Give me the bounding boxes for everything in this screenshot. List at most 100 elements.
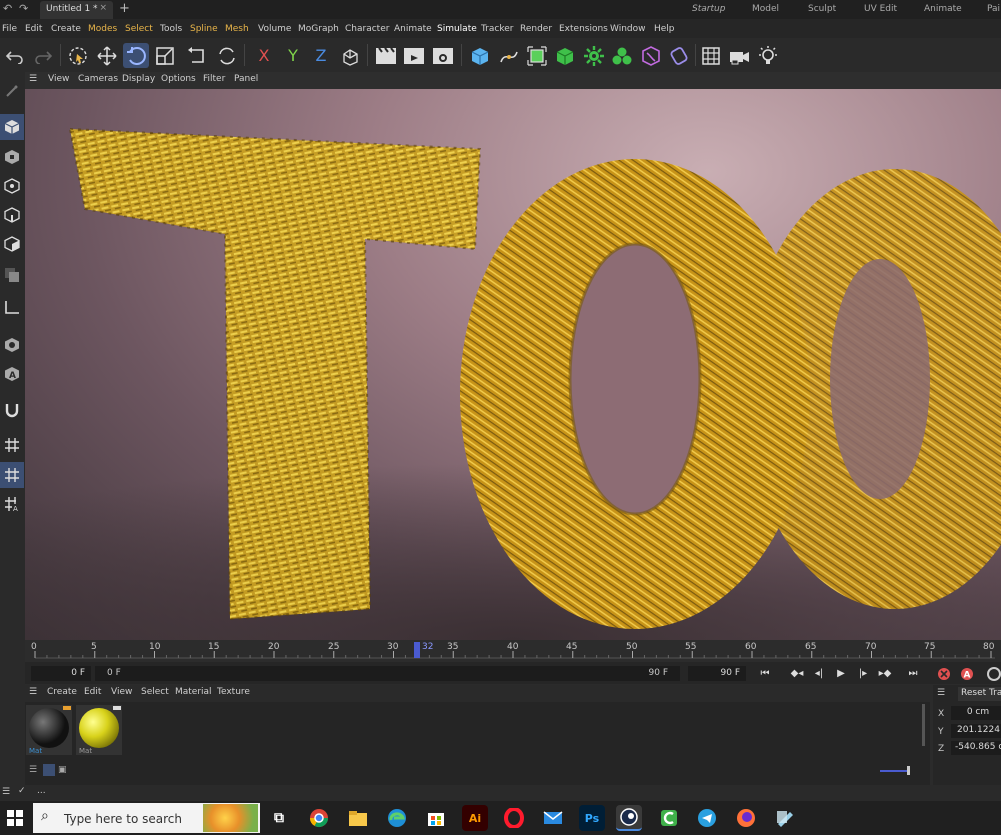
menu-edit[interactable]: Edit [25, 24, 42, 34]
render-settings-icon[interactable] [430, 43, 456, 68]
cube-icon[interactable] [467, 43, 493, 68]
points-mode-icon[interactable] [0, 173, 24, 199]
menu-tracker[interactable]: Tracker [481, 24, 513, 34]
grid-view-icon[interactable] [43, 764, 55, 776]
cloner-icon[interactable] [609, 43, 635, 68]
layout-uv-edit[interactable]: UV Edit [864, 4, 897, 14]
menu-help[interactable]: Help [654, 24, 675, 34]
viewport-menu-display[interactable]: Display [122, 74, 155, 84]
redo-icon[interactable] [30, 43, 56, 68]
material-menu-create[interactable]: Create [47, 687, 77, 697]
undo-icon[interactable] [2, 43, 28, 68]
material-hamburger-icon[interactable]: ☰ [29, 687, 37, 697]
keyframe-settings-icon[interactable] [985, 665, 1001, 682]
notepad-icon[interactable] [772, 805, 798, 831]
file-explorer-icon[interactable] [345, 805, 371, 831]
model-mode-icon[interactable] [0, 114, 24, 140]
menu-render[interactable]: Render [520, 24, 552, 34]
material-swatch-black[interactable]: Mat [26, 705, 72, 755]
pen-spline-icon[interactable] [496, 43, 522, 68]
material-menu-texture[interactable]: Texture [217, 687, 250, 697]
undo-transform-icon[interactable] [184, 43, 210, 68]
zoom-slider-handle[interactable] [907, 766, 910, 775]
camera-icon[interactable] [727, 43, 753, 68]
list-view-icon[interactable]: ☰ [29, 765, 37, 775]
polygons-mode-icon[interactable] [0, 231, 24, 257]
undo-arrow-icon[interactable]: ↶ [3, 2, 12, 15]
y-axis-icon[interactable]: Y [280, 43, 306, 68]
coord-field-x[interactable]: 0 cm [951, 706, 1001, 720]
timeline-ruler[interactable]: 0 5 10 15 20 25 30 32 35 40 45 50 55 60 … [25, 640, 1001, 662]
layout-sculpt[interactable]: Sculpt [808, 4, 836, 14]
viewport-menu-panel[interactable]: Panel [234, 74, 258, 84]
illustrator-icon[interactable]: Ai [462, 805, 488, 831]
workplane-align-icon[interactable] [0, 462, 24, 488]
go-to-end-icon[interactable]: ⏭ [904, 665, 922, 682]
x-axis-icon[interactable]: X [251, 43, 277, 68]
menu-volume[interactable]: Volume [258, 24, 291, 34]
go-to-start-icon[interactable]: ⏮ [756, 665, 774, 682]
viewport-hamburger-icon[interactable]: ☰ [29, 74, 37, 84]
solo-mode-icon[interactable]: A [0, 361, 24, 387]
taskbar-search-box[interactable]: ⌕ Type here to search [33, 803, 260, 833]
status-hamburger-icon[interactable]: ☰ [2, 787, 10, 797]
viewport-menu-filter[interactable]: Filter [203, 74, 225, 84]
document-tab[interactable]: Untitled 1 * × [40, 1, 113, 19]
layout-model[interactable]: Model [752, 4, 779, 14]
redo-arrow-icon[interactable]: ↷ [19, 2, 28, 15]
layout-startup[interactable]: Startup [692, 4, 725, 14]
menu-create[interactable]: Create [51, 24, 81, 34]
material-menu-edit[interactable]: Edit [84, 687, 101, 697]
tweak-mode-icon[interactable] [0, 332, 24, 358]
zoom-slider[interactable] [880, 770, 910, 772]
uv-mode-icon[interactable] [0, 262, 24, 288]
viewport-menu-view[interactable]: View [48, 74, 69, 84]
menu-file[interactable]: File [2, 24, 17, 34]
edges-mode-icon[interactable] [0, 202, 24, 228]
new-tab-icon[interactable]: + [119, 1, 130, 16]
menu-character[interactable]: Character [345, 24, 389, 34]
z-axis-icon[interactable]: Z [308, 43, 334, 68]
max-frame-field[interactable]: 90 F [688, 666, 746, 681]
coordinate-system-icon[interactable] [337, 43, 363, 68]
scale-icon[interactable] [152, 43, 178, 68]
record-icon[interactable] [935, 665, 953, 682]
array-icon[interactable] [581, 43, 607, 68]
opera-icon[interactable] [501, 805, 527, 831]
frame-range-slider[interactable]: 0 F 90 F [95, 666, 680, 681]
rotate-icon[interactable] [123, 43, 149, 68]
menu-select[interactable]: Select [125, 24, 153, 34]
coords-hamburger-icon[interactable]: ☰ [937, 688, 945, 698]
layout-paint[interactable]: Pai [987, 4, 1000, 14]
render-view-icon[interactable] [373, 43, 399, 68]
mail-icon[interactable] [540, 805, 566, 831]
subdivision-icon[interactable] [524, 43, 550, 68]
deformer-icon[interactable] [638, 43, 664, 68]
viewport-menu-options[interactable]: Options [161, 74, 196, 84]
material-scrollbar[interactable] [922, 704, 925, 746]
camtasia-icon[interactable] [656, 805, 682, 831]
axis-mode-icon[interactable] [0, 294, 24, 320]
menu-tools[interactable]: Tools [160, 24, 182, 34]
material-menu-material[interactable]: Material [175, 687, 212, 697]
menu-mograph[interactable]: MoGraph [298, 24, 339, 34]
material-swatch-yellow[interactable]: Mat [76, 705, 122, 755]
viewport-menu-cameras[interactable]: Cameras [78, 74, 118, 84]
3d-viewport[interactable] [25, 89, 1001, 640]
render-picture-viewer-icon[interactable] [401, 43, 427, 68]
close-tab-icon[interactable]: × [99, 3, 107, 13]
telegram-icon[interactable] [694, 805, 720, 831]
menu-simulate[interactable]: Simulate [437, 24, 477, 34]
menu-spline[interactable]: Spline [190, 24, 218, 34]
live-selection-icon[interactable] [65, 43, 91, 68]
light-icon[interactable] [755, 43, 781, 68]
large-view-icon[interactable]: ▣ [58, 765, 67, 775]
windows-start-icon[interactable] [2, 805, 28, 831]
brush-icon[interactable] [0, 78, 24, 104]
photoshop-icon[interactable]: Ps [579, 805, 605, 831]
current-frame-field[interactable]: 0 F [31, 666, 91, 681]
material-menu-view[interactable]: View [111, 687, 132, 697]
generator-icon[interactable] [552, 43, 578, 68]
menu-extensions[interactable]: Extensions [559, 24, 608, 34]
layout-animate[interactable]: Animate [924, 4, 962, 14]
